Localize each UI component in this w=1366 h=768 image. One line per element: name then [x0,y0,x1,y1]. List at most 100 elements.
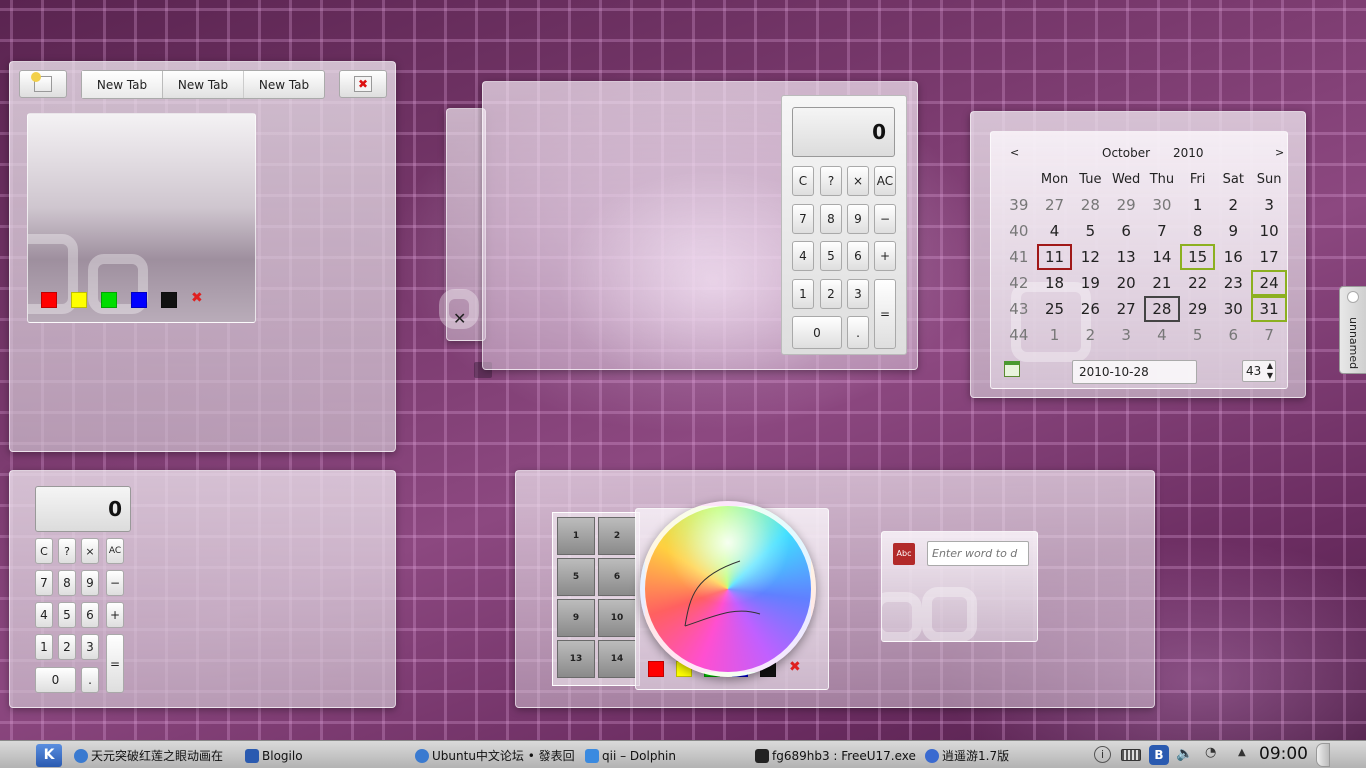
tab-2[interactable]: New Tab [163,71,244,98]
day-cell[interactable]: 3 [1251,192,1287,218]
day-cell[interactable]: 7 [1144,218,1180,244]
task-item[interactable]: Ubuntu中文论坛 • 發表回 [415,745,580,767]
spin-arrows-icon[interactable]: ▲ ▼ [1267,361,1273,381]
calc-key[interactable]: 3 [81,634,99,660]
close-icon[interactable]: ✕ [453,309,466,328]
day-cell[interactable]: 29 [1180,296,1216,322]
clock[interactable]: 09:00 [1259,744,1308,764]
tab-3[interactable]: New Tab [244,71,324,98]
new-tab-button[interactable] [19,70,67,98]
day-cell[interactable]: 27 [1108,296,1144,322]
keyboard-icon[interactable] [1121,749,1141,761]
calc-key[interactable]: + [874,241,896,271]
puzzle-tile[interactable]: 9 [557,599,595,637]
calc-key[interactable]: 7 [792,204,814,234]
puzzle-tile[interactable]: 10 [598,599,636,637]
close-tab-button[interactable]: ✖ [339,70,387,98]
day-cell[interactable]: 6 [1215,322,1251,348]
day-cell[interactable]: 26 [1072,296,1108,322]
calc-key[interactable]: ? [820,166,842,196]
calc-key[interactable]: 8 [58,570,76,596]
calc-key[interactable]: × [81,538,99,564]
puzzle-tile[interactable]: 5 [557,558,595,596]
day-cell-highlighted[interactable]: 31 [1251,296,1287,322]
calc-key[interactable]: ? [58,538,76,564]
calc-key[interactable]: 6 [847,241,869,271]
puzzle-tile[interactable]: 2 [598,517,636,555]
calc-key[interactable]: 3 [847,279,869,309]
prev-month-button[interactable]: < [1010,146,1019,159]
day-cell[interactable]: 10 [1251,218,1287,244]
day-cell[interactable]: 20 [1108,270,1144,296]
puzzle-tile[interactable]: 13 [557,640,595,678]
day-cell-selected[interactable]: 11 [1036,244,1073,270]
calc-key[interactable]: 4 [35,602,53,628]
day-cell[interactable]: 30 [1144,192,1180,218]
tab-1[interactable]: New Tab [82,71,163,98]
calc-key[interactable]: AC [106,538,124,564]
day-cell[interactable]: 4 [1144,322,1180,348]
year-label[interactable]: 2010 [1173,146,1204,160]
calc-key[interactable]: 1 [35,634,53,660]
calc-key[interactable]: C [792,166,814,196]
puzzle-tile[interactable]: 1 [557,517,595,555]
next-month-button[interactable]: > [1275,146,1284,159]
day-cell[interactable]: 14 [1144,244,1180,270]
day-cell-today[interactable]: 28 [1144,296,1180,322]
side-panel-tab[interactable]: unnamed [1339,286,1366,374]
day-cell[interactable]: 18 [1037,270,1073,296]
calendar-today-icon[interactable] [1004,361,1020,377]
day-cell-highlighted[interactable]: 15 [1179,244,1216,270]
day-cell[interactable]: 4 [1037,218,1073,244]
day-cell-highlighted[interactable]: 24 [1251,270,1287,296]
date-input[interactable]: 2010-10-28 [1072,360,1197,384]
calc-zero-key[interactable]: 0 [792,316,842,349]
calc-key[interactable]: 9 [81,570,99,596]
puzzle-tile[interactable]: 6 [598,558,636,596]
day-cell[interactable]: 2 [1072,322,1108,348]
clear-icon[interactable]: ✖ [191,290,203,306]
calc-equals-key[interactable]: = [874,279,896,349]
calc-key[interactable]: 5 [820,241,842,271]
day-cell[interactable]: 9 [1215,218,1251,244]
calc-key[interactable]: 8 [820,204,842,234]
day-cell[interactable]: 13 [1108,244,1144,270]
wifi-icon[interactable]: ◔ [1205,745,1216,760]
color-black-swatch[interactable] [161,292,177,308]
calc-key[interactable]: C [35,538,53,564]
day-cell[interactable]: 3 [1108,322,1144,348]
dictionary-search-input[interactable] [927,541,1029,566]
day-cell[interactable]: 23 [1215,270,1251,296]
calc-key[interactable]: 6 [81,602,99,628]
day-cell[interactable]: 12 [1072,244,1108,270]
puzzle-tile[interactable]: 14 [598,640,636,678]
task-item[interactable]: 天元突破红莲之眼动画在 [74,745,239,767]
calc-key[interactable]: − [874,204,896,234]
color-blue-swatch[interactable] [131,292,147,308]
calc-zero-key[interactable]: 0 [35,667,76,693]
app-launcher-icon[interactable]: K [36,744,62,767]
day-cell[interactable]: 5 [1072,218,1108,244]
task-item[interactable]: Blogilo [245,745,410,767]
day-cell[interactable]: 17 [1251,244,1287,270]
day-cell[interactable]: 7 [1251,322,1287,348]
day-cell[interactable]: 8 [1180,218,1216,244]
day-cell[interactable]: 30 [1215,296,1251,322]
day-cell[interactable]: 2 [1215,192,1251,218]
calc-key[interactable]: 2 [58,634,76,660]
day-cell[interactable]: 28 [1072,192,1108,218]
calc-key[interactable]: 5 [58,602,76,628]
day-cell[interactable]: 27 [1037,192,1073,218]
panel-toolbox-icon[interactable] [1316,743,1330,767]
calc-key[interactable]: 4 [792,241,814,271]
week-spinbox[interactable]: 43 ▲ ▼ [1242,360,1276,382]
day-cell[interactable]: 29 [1108,192,1144,218]
tray-expand-icon[interactable]: ▲ [1238,747,1246,758]
task-item[interactable]: 逍遥游1.7版 [925,745,1085,767]
info-icon[interactable]: i [1094,746,1111,763]
calc-key[interactable]: + [106,602,124,628]
calc-key[interactable]: 2 [820,279,842,309]
day-cell[interactable]: 1 [1180,192,1216,218]
calc-key[interactable]: AC [874,166,896,196]
calc-key[interactable]: × [847,166,869,196]
